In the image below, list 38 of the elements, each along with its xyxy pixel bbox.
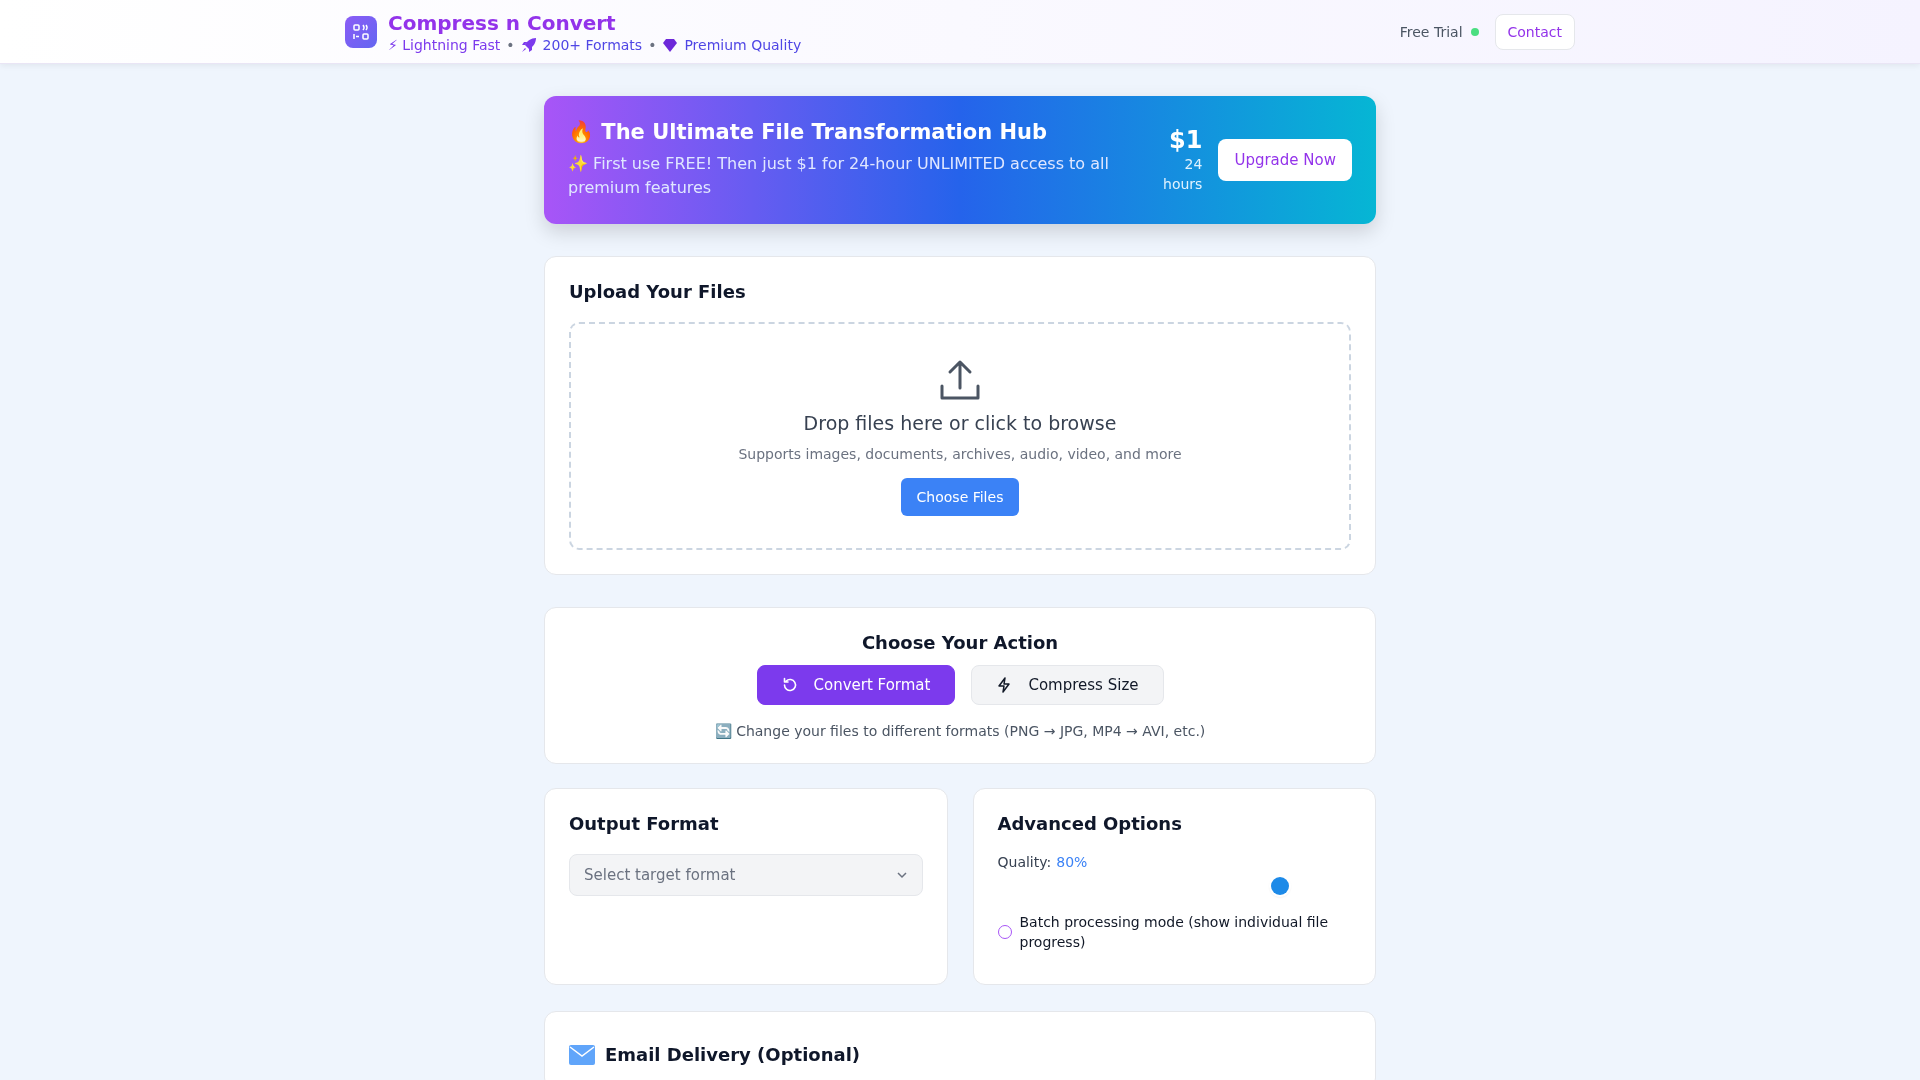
app-title: Compress n Convert xyxy=(388,10,617,35)
envelope-icon xyxy=(569,1044,595,1065)
contact-button[interactable]: Contact xyxy=(1494,13,1575,50)
drop-hint: Supports images, documents, archives, audio, video, and more xyxy=(738,446,1182,462)
gem-icon xyxy=(662,36,679,53)
bolt-icon xyxy=(996,677,1013,693)
feature-label: Premium Quality xyxy=(684,36,802,53)
card-title: Choose Your Action xyxy=(861,632,1059,653)
card-title: Email Delivery (Optional) xyxy=(605,1044,861,1065)
separator-dot: • xyxy=(506,36,515,53)
rocket-icon xyxy=(520,36,537,53)
chevron-down-icon xyxy=(895,871,908,879)
format-select[interactable]: Select target format xyxy=(569,854,923,896)
quality-label: Quality: xyxy=(997,854,1052,870)
rotate-icon xyxy=(781,677,798,693)
banner-title: 🔥 The Ultimate File Transformation Hub xyxy=(568,120,1049,144)
action-option-button[interactable]: Compress Size xyxy=(971,665,1164,705)
upgrade-button[interactable]: Upgrade Now xyxy=(1218,139,1352,181)
app-logo-icon xyxy=(345,15,377,48)
card-title: Output Format xyxy=(569,813,720,834)
separator-dot: • xyxy=(648,36,657,53)
choose-files-button[interactable]: Choose Files xyxy=(900,478,1020,516)
price-label: $1 xyxy=(1169,126,1203,154)
slider-thumb[interactable] xyxy=(1271,877,1290,895)
feature-label: ⚡ Lightning Fast xyxy=(388,36,501,53)
drop-text: Drop files here or click to browse xyxy=(803,412,1117,434)
upload-icon xyxy=(938,358,982,402)
banner-text: ✨ First use FREE! Then just $1 for 24-hour UNLIMITED access to all premium features xyxy=(568,153,1110,199)
card-title: Advanced Options xyxy=(997,813,1183,834)
feature-label: 200+ Formats xyxy=(542,36,643,53)
trial-status-label: Free Trial xyxy=(1399,23,1463,40)
batch-mode-label: Batch processing mode (show individual file progress) xyxy=(1019,913,1330,952)
action-option-button[interactable]: Convert Format xyxy=(756,665,956,705)
action-description: 🔄 Change your files to different formats (PNG → JPG, MP4 → AVI, etc.) xyxy=(714,723,1206,739)
card-title: Upload Your Files xyxy=(569,281,747,302)
quality-value: 80% xyxy=(1056,854,1088,870)
price-period: 24 hours xyxy=(1162,155,1203,194)
drop-zone[interactable]: Drop files here or click to browse Supports images, documents, archives, audio, video, and more Choose Files xyxy=(569,322,1351,550)
